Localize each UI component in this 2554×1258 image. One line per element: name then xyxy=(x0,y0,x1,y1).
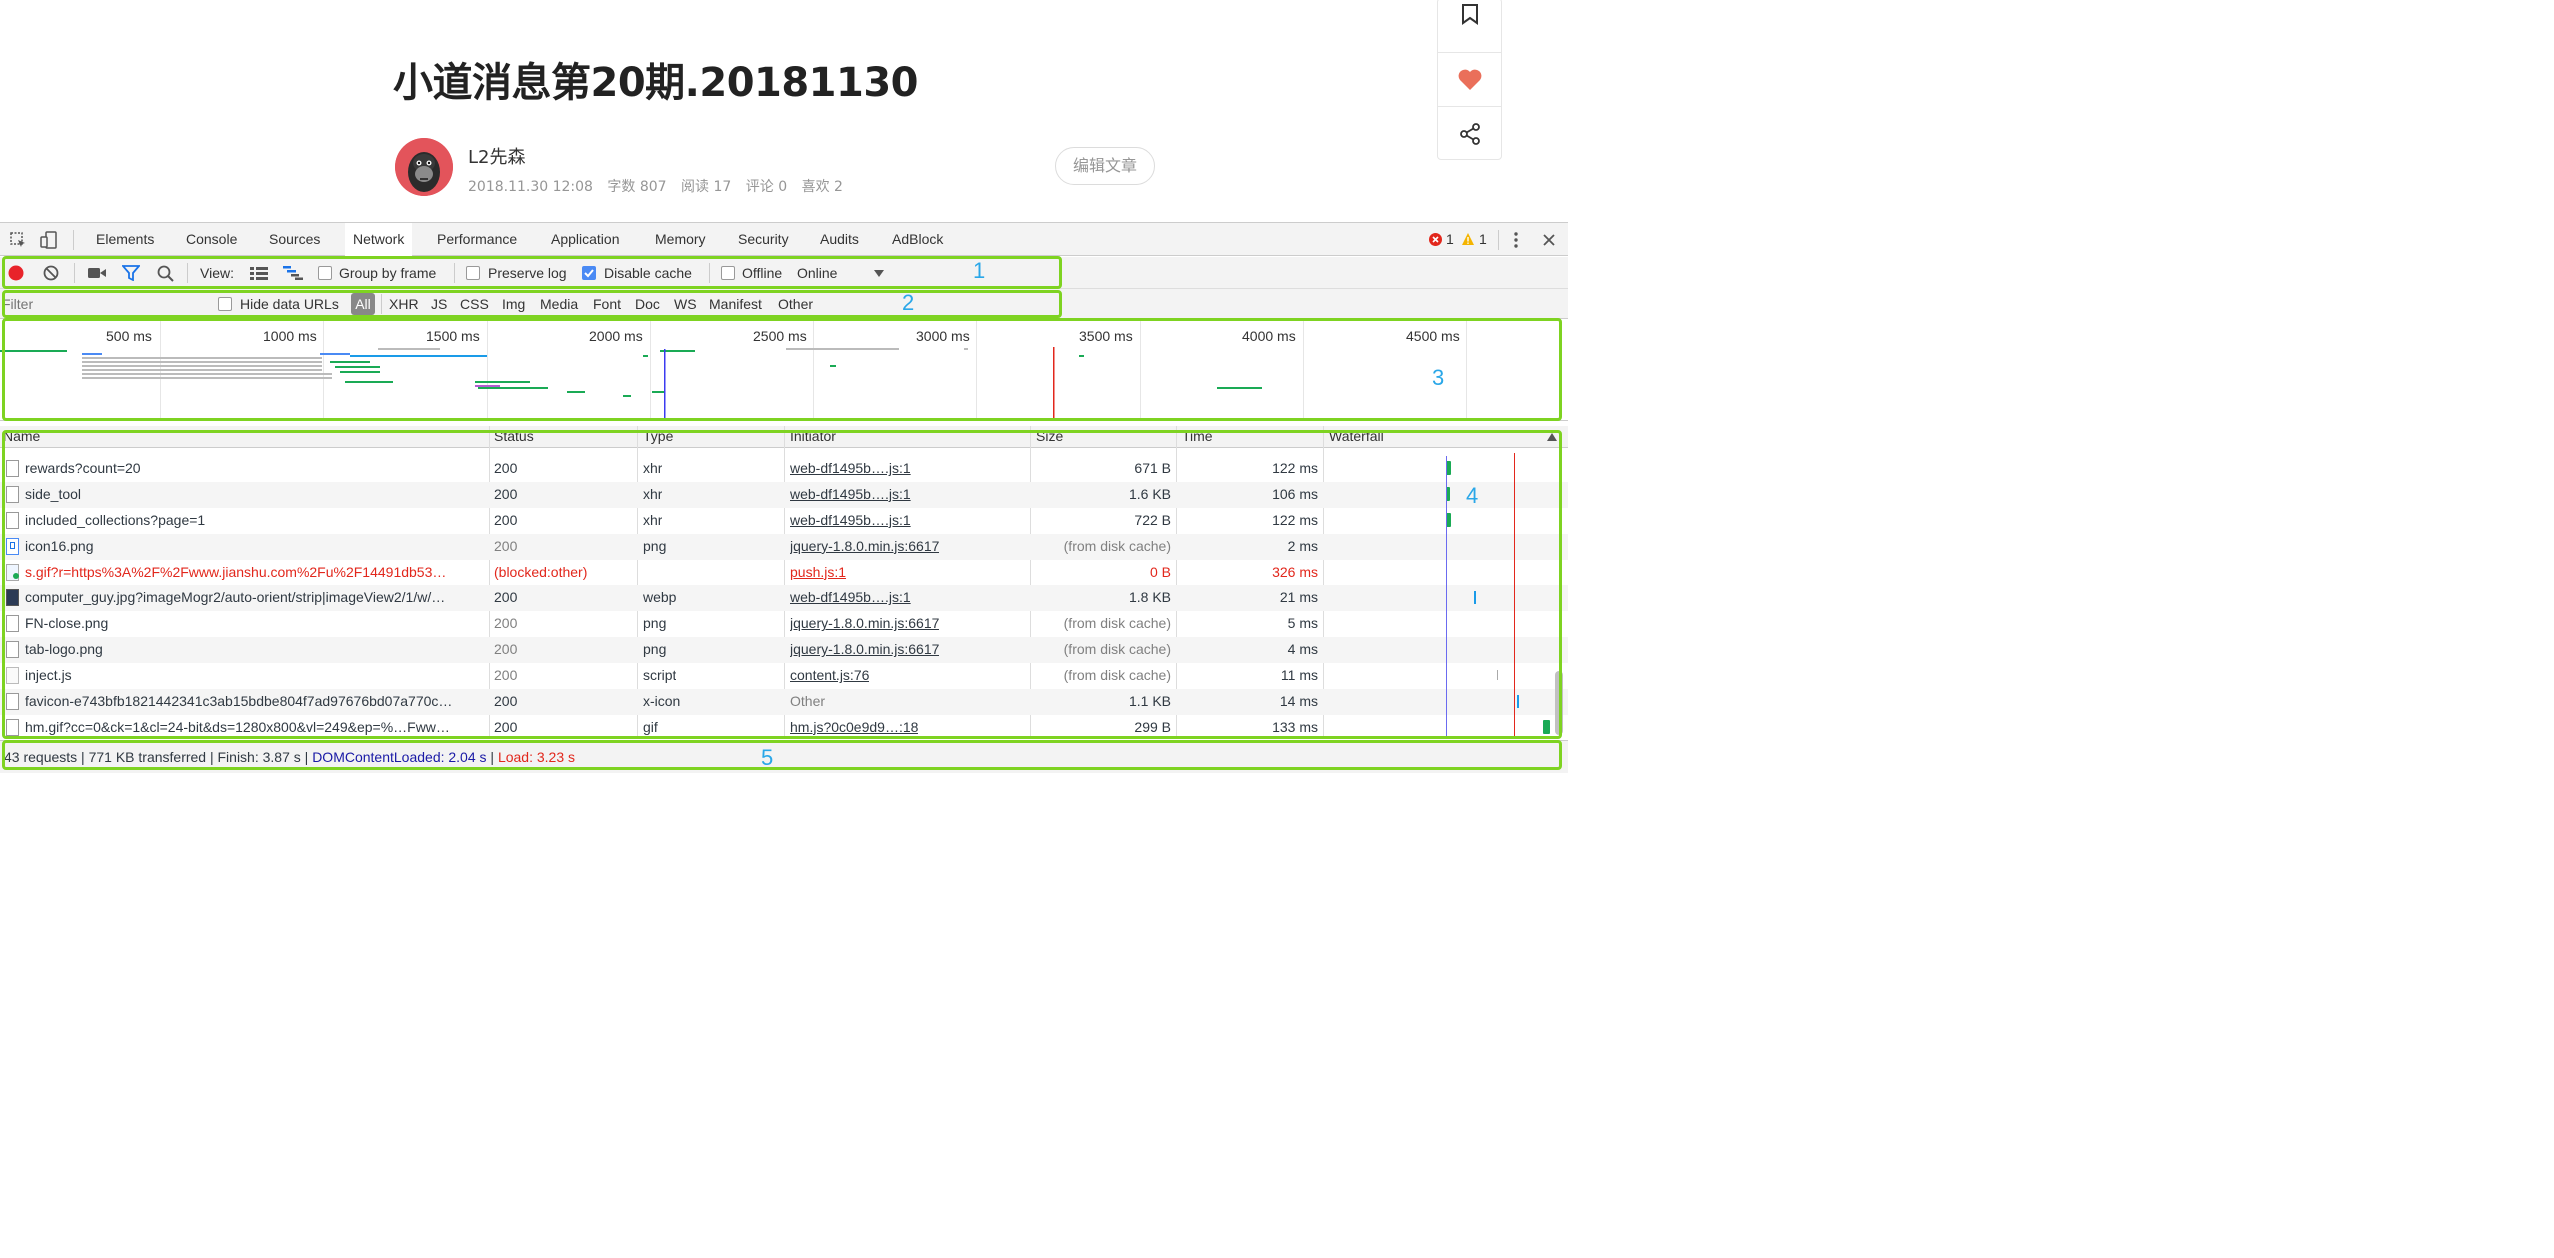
annotation-number: 5 xyxy=(761,745,774,770)
devtools-tab-bar: Elements Console Sources Network Perform… xyxy=(0,223,1568,256)
heart-icon xyxy=(1458,69,1481,90)
word-count: 字数 807 xyxy=(607,179,667,195)
tab-separator xyxy=(73,230,74,250)
share-icon xyxy=(1459,123,1480,145)
warning-count[interactable]: 1 xyxy=(1479,223,1487,256)
tab-sources[interactable]: Sources xyxy=(269,223,320,256)
article-meta: 2018.11.30 12:08 字数 807 阅读 17 评论 0 喜欢 2 xyxy=(468,176,853,196)
annotation-box-requests xyxy=(2,430,1562,739)
tab-console[interactable]: Console xyxy=(186,223,237,256)
annotation-box-overview xyxy=(2,318,1562,421)
comment-count: 评论 0 xyxy=(745,179,788,195)
close-icon[interactable] xyxy=(1542,233,1556,247)
annotation-number: 3 xyxy=(1432,365,1445,390)
publish-date: 2018.11.30 12:08 xyxy=(468,179,593,195)
bookmark-button[interactable] xyxy=(1438,0,1501,53)
more-options-icon[interactable] xyxy=(1511,231,1521,249)
annotation-box-summary xyxy=(2,740,1562,770)
device-toolbar-icon[interactable] xyxy=(40,231,58,249)
tab-performance[interactable]: Performance xyxy=(437,223,517,256)
tab-adblock[interactable]: AdBlock xyxy=(892,223,943,256)
tab-application[interactable]: Application xyxy=(551,223,620,256)
author-name[interactable]: L2先森 xyxy=(468,143,525,169)
inspect-element-icon[interactable] xyxy=(9,231,27,249)
tab-memory[interactable]: Memory xyxy=(655,223,706,256)
like-button[interactable] xyxy=(1438,53,1501,107)
error-icon xyxy=(1429,233,1442,246)
like-count: 喜欢 2 xyxy=(801,179,843,195)
annotation-number: 4 xyxy=(1466,483,1479,508)
annotation-box-toolbar xyxy=(2,256,1062,289)
tab-separator xyxy=(1498,230,1499,250)
read-count: 阅读 17 xyxy=(681,179,732,195)
warning-icon xyxy=(1462,233,1474,245)
edit-article-button[interactable]: 编辑文章 xyxy=(1055,147,1155,185)
tab-audits[interactable]: Audits xyxy=(820,223,859,256)
tab-network[interactable]: Network xyxy=(345,223,413,256)
annotation-number: 2 xyxy=(902,290,915,315)
share-button[interactable] xyxy=(1438,107,1501,161)
bookmark-icon xyxy=(1461,3,1478,25)
error-count[interactable]: 1 xyxy=(1446,223,1454,256)
side-tools xyxy=(1437,0,1502,160)
tab-security[interactable]: Security xyxy=(738,223,789,256)
tab-elements[interactable]: Elements xyxy=(96,223,154,256)
author-avatar[interactable] xyxy=(395,138,453,196)
article-title: 小道消息第20期.20181130 xyxy=(393,60,919,106)
annotation-number: 1 xyxy=(973,258,986,283)
